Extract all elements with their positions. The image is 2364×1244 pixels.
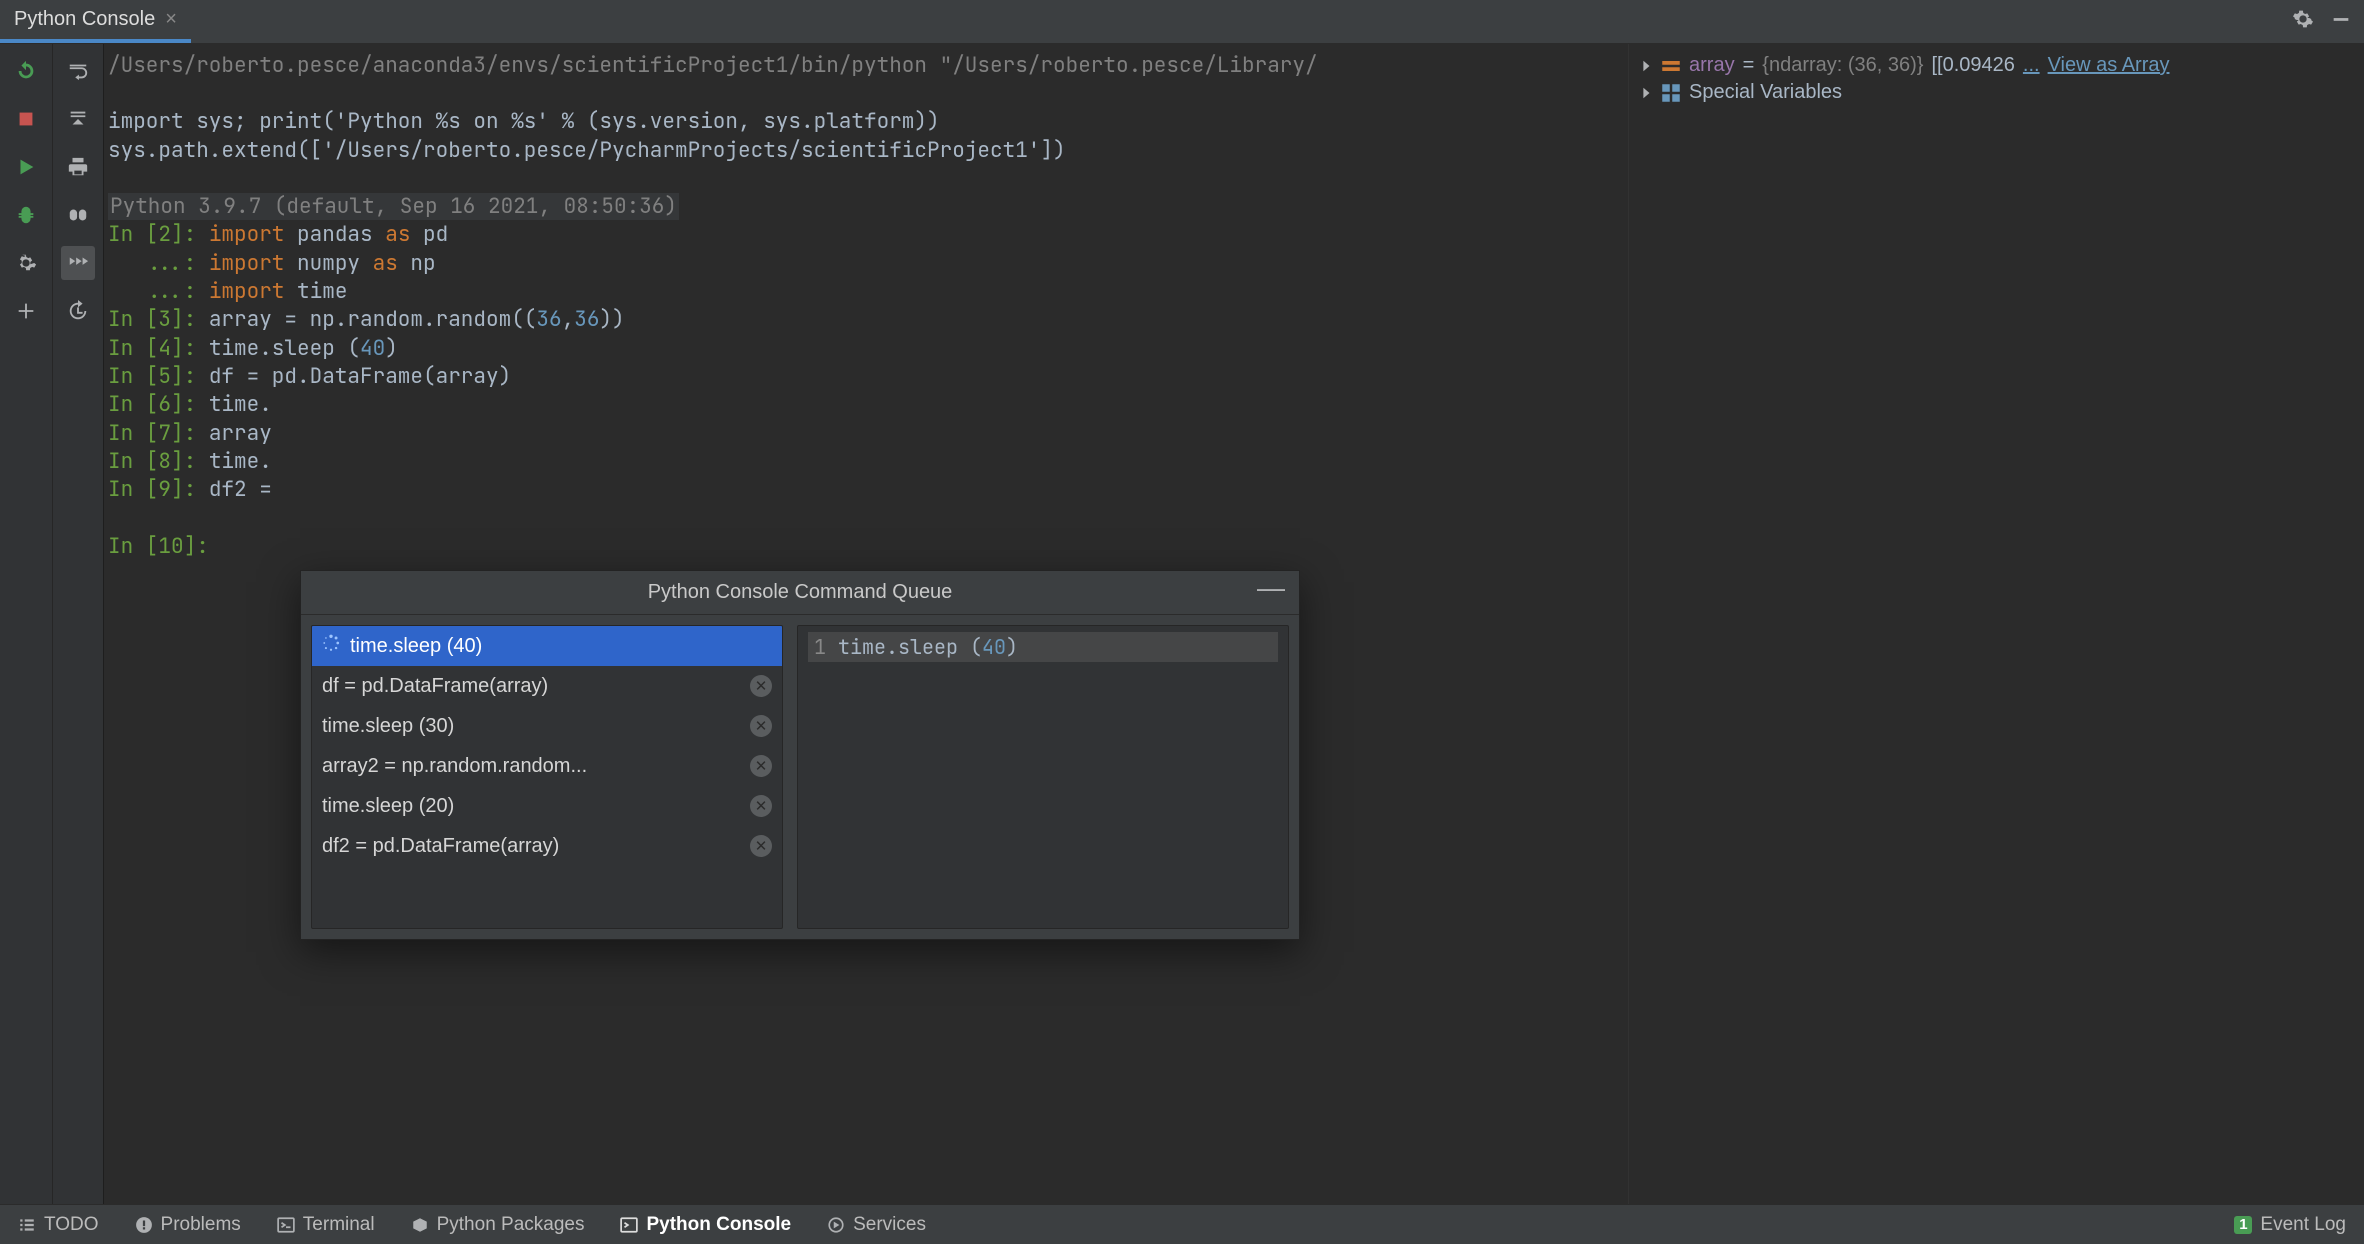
- services-icon: [827, 1216, 845, 1234]
- version-line: Python 3.9.7 (default, Sep 16 2021, 08:5…: [104, 193, 1628, 221]
- interpreter-path: /Users/roberto.pesce/anaconda3/envs/scie…: [104, 52, 1628, 80]
- minimize-icon[interactable]: [2330, 8, 2352, 36]
- special-variables-label: Special Variables: [1689, 81, 1842, 104]
- popup-titlebar[interactable]: Python Console Command Queue —: [301, 571, 1299, 615]
- line-import-sys: import sys; print('Python %s on %s' % (s…: [104, 108, 1628, 136]
- statusbar-terminal[interactable]: Terminal: [259, 1205, 393, 1244]
- var-type: {ndarray: (36, 36)}: [1762, 54, 1923, 77]
- queue-item[interactable]: time.sleep (30) ✕: [312, 706, 782, 746]
- console-prompt: In [2]:: [108, 221, 209, 248]
- remove-icon[interactable]: ✕: [750, 755, 772, 777]
- queue-item[interactable]: time.sleep (40): [312, 626, 782, 666]
- gear-icon[interactable]: [2292, 8, 2314, 36]
- statusbar-python-packages[interactable]: Python Packages: [393, 1205, 603, 1244]
- tab-python-console[interactable]: Python Console ×: [0, 0, 191, 43]
- queue-item-label: time.sleep (40): [350, 635, 482, 658]
- chevron-right-icon[interactable]: [1639, 59, 1653, 73]
- command-queue-icon[interactable]: [61, 246, 95, 280]
- remove-icon[interactable]: ✕: [750, 675, 772, 697]
- tab-label: Python Console: [14, 8, 155, 31]
- minimize-icon[interactable]: —: [1257, 581, 1285, 595]
- statusbar-services[interactable]: Services: [809, 1205, 944, 1244]
- queue-preview: 1 time.sleep (40): [797, 625, 1289, 929]
- stop-icon[interactable]: [9, 102, 43, 136]
- warning-icon: [135, 1216, 153, 1234]
- tool-window-tabbar: Python Console ×: [0, 0, 2364, 44]
- softwrap-icon[interactable]: [61, 54, 95, 88]
- var-preview: [[0.09426: [1931, 54, 2014, 77]
- eventlog-badge: 1: [2234, 1216, 2252, 1234]
- print-icon[interactable]: [61, 150, 95, 184]
- status-bar: TODO Problems Terminal Python Packages P…: [0, 1204, 2364, 1244]
- queue-item[interactable]: time.sleep (20) ✕: [312, 786, 782, 826]
- close-icon[interactable]: ×: [165, 8, 177, 31]
- list-icon: [18, 1216, 36, 1234]
- settings-icon[interactable]: [9, 246, 43, 280]
- remove-icon[interactable]: ✕: [750, 715, 772, 737]
- queue-item-label: df2 = pd.DataFrame(array): [322, 835, 559, 858]
- spinner-icon: [322, 634, 340, 658]
- array-icon: [1661, 56, 1681, 76]
- statusbar-python-console[interactable]: Python Console: [602, 1205, 809, 1244]
- run-icon[interactable]: [9, 150, 43, 184]
- rerun-icon[interactable]: [9, 54, 43, 88]
- popup-title-label: Python Console Command Queue: [648, 581, 953, 604]
- var-name: array: [1689, 54, 1735, 77]
- var-ellipsis[interactable]: ...: [2023, 54, 2040, 77]
- chevron-right-icon[interactable]: [1639, 86, 1653, 100]
- queue-item[interactable]: array2 = np.random.random... ✕: [312, 746, 782, 786]
- var-row-array[interactable]: array = {ndarray: (36, 36)} [[0.09426 ..…: [1633, 52, 2360, 79]
- line-syspath: sys.path.extend(['/Users/roberto.pesce/P…: [104, 137, 1628, 165]
- remove-icon[interactable]: ✕: [750, 795, 772, 817]
- queue-item-label: time.sleep (20): [322, 795, 454, 818]
- add-icon[interactable]: [9, 294, 43, 328]
- history-icon[interactable]: [61, 294, 95, 328]
- show-variables-icon[interactable]: [61, 198, 95, 232]
- queue-list: time.sleep (40) df = pd.DataFrame(array) ✕…: [311, 625, 783, 929]
- var-row-special[interactable]: Special Variables: [1633, 79, 2360, 106]
- queue-item-label: time.sleep (30): [322, 715, 454, 738]
- scroll-to-end-icon[interactable]: [61, 102, 95, 136]
- queue-item[interactable]: df2 = pd.DataFrame(array) ✕: [312, 826, 782, 866]
- statusbar-event-log[interactable]: 1 Event Log: [2216, 1205, 2364, 1244]
- console-icon: [620, 1216, 638, 1234]
- package-icon: [411, 1216, 429, 1234]
- variables-panel: array = {ndarray: (36, 36)} [[0.09426 ..…: [1628, 44, 2364, 1204]
- command-queue-popup: Python Console Command Queue — time.slee…: [300, 570, 1300, 940]
- console-gutter: [0, 44, 104, 1204]
- queue-item[interactable]: df = pd.DataFrame(array) ✕: [312, 666, 782, 706]
- remove-icon[interactable]: ✕: [750, 835, 772, 857]
- view-as-array-link[interactable]: View as Array: [2048, 54, 2170, 77]
- console-prompt-current: In [10]:: [108, 533, 209, 560]
- terminal-icon: [277, 1216, 295, 1234]
- preview-line-number: 1: [814, 634, 826, 660]
- debug-icon[interactable]: [9, 198, 43, 232]
- console-cont-prompt: ...:: [108, 250, 209, 277]
- queue-item-label: array2 = np.random.random...: [322, 755, 587, 778]
- statusbar-todo[interactable]: TODO: [0, 1205, 117, 1244]
- statusbar-problems[interactable]: Problems: [117, 1205, 259, 1244]
- variables-icon: [1661, 83, 1681, 103]
- queue-item-label: df = pd.DataFrame(array): [322, 675, 548, 698]
